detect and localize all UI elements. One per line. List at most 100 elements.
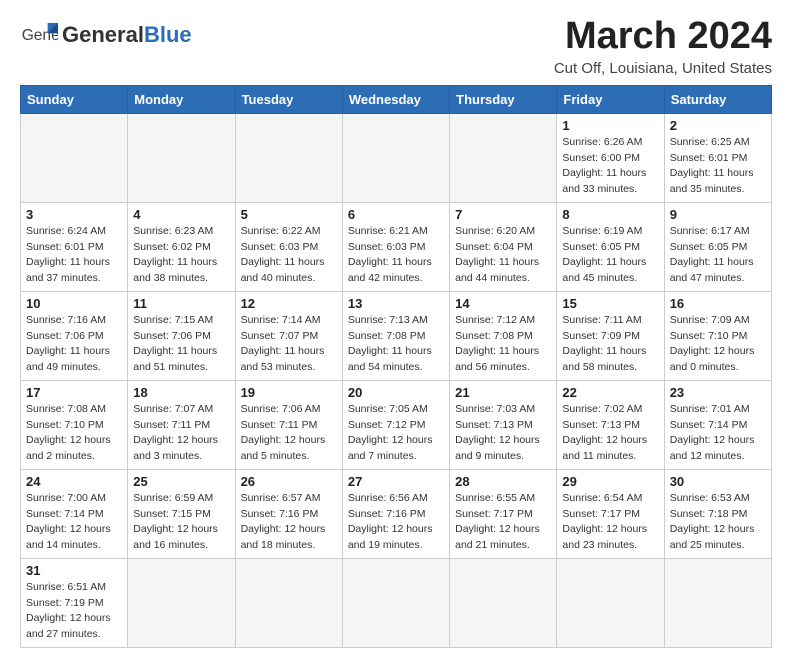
day-cell (450, 558, 557, 647)
day-number: 27 (348, 474, 444, 489)
day-number: 25 (133, 474, 229, 489)
weekday-friday: Friday (557, 85, 664, 113)
day-cell: 15 Sunrise: 7:11 AM Sunset: 7:09 PM Dayli… (557, 291, 664, 380)
day-cell (342, 558, 449, 647)
day-cell: 11 Sunrise: 7:15 AM Sunset: 7:06 PM Dayli… (128, 291, 235, 380)
day-cell (557, 558, 664, 647)
day-info: Sunrise: 6:23 AM Sunset: 6:02 PM Dayligh… (133, 224, 229, 287)
day-cell: 17 Sunrise: 7:08 AM Sunset: 7:10 PM Dayli… (21, 380, 128, 469)
day-cell: 18 Sunrise: 7:07 AM Sunset: 7:11 PM Dayli… (128, 380, 235, 469)
day-cell: 22Sunrise: 7:02 AM Sunset: 7:13 PM Dayli… (557, 380, 664, 469)
week-row-1: 3 Sunrise: 6:24 AM Sunset: 6:01 PM Daylig… (21, 202, 772, 291)
logo-text: GeneralBlue (62, 23, 192, 47)
day-number: 7 (455, 207, 551, 222)
day-cell: 21Sunrise: 7:03 AM Sunset: 7:13 PM Dayli… (450, 380, 557, 469)
day-number: 15 (562, 296, 658, 311)
day-number: 18 (133, 385, 229, 400)
day-number: 16 (670, 296, 766, 311)
day-cell (235, 113, 342, 202)
day-info: Sunrise: 6:26 AM Sunset: 6:00 PM Dayligh… (562, 135, 658, 198)
logo-icon: General (20, 16, 58, 54)
day-cell: 30Sunrise: 6:53 AM Sunset: 7:18 PM Dayli… (664, 469, 771, 558)
day-cell: 23 Sunrise: 7:01 AM Sunset: 7:14 PM Dayli… (664, 380, 771, 469)
day-number: 1 (562, 118, 658, 133)
day-cell: 26 Sunrise: 6:57 AM Sunset: 7:16 PM Dayli… (235, 469, 342, 558)
day-info: Sunrise: 6:54 AM Sunset: 7:17 PM Dayligh… (562, 491, 658, 554)
week-row-2: 10 Sunrise: 7:16 AM Sunset: 7:06 PM Dayli… (21, 291, 772, 380)
day-info: Sunrise: 6:25 AM Sunset: 6:01 PM Dayligh… (670, 135, 766, 198)
day-cell: 7 Sunrise: 6:20 AM Sunset: 6:04 PM Daylig… (450, 202, 557, 291)
day-cell: 1 Sunrise: 6:26 AM Sunset: 6:00 PM Daylig… (557, 113, 664, 202)
day-number: 5 (241, 207, 337, 222)
day-number: 26 (241, 474, 337, 489)
day-info: Sunrise: 7:12 AM Sunset: 7:08 PM Dayligh… (455, 313, 551, 376)
day-number: 2 (670, 118, 766, 133)
page: General GeneralBlue March 2024 Cut Off, … (0, 0, 792, 658)
day-number: 13 (348, 296, 444, 311)
day-info: Sunrise: 6:57 AM Sunset: 7:16 PM Dayligh… (241, 491, 337, 554)
day-info: Sunrise: 6:20 AM Sunset: 6:04 PM Dayligh… (455, 224, 551, 287)
day-info: Sunrise: 7:16 AM Sunset: 7:06 PM Dayligh… (26, 313, 122, 376)
day-number: 20 (348, 385, 444, 400)
day-info: Sunrise: 7:15 AM Sunset: 7:06 PM Dayligh… (133, 313, 229, 376)
day-info: Sunrise: 7:13 AM Sunset: 7:08 PM Dayligh… (348, 313, 444, 376)
day-cell: 16Sunrise: 7:09 AM Sunset: 7:10 PM Dayli… (664, 291, 771, 380)
day-cell: 27 Sunrise: 6:56 AM Sunset: 7:16 PM Dayli… (342, 469, 449, 558)
day-cell (450, 113, 557, 202)
day-info: Sunrise: 6:53 AM Sunset: 7:18 PM Dayligh… (670, 491, 766, 554)
day-cell: 2 Sunrise: 6:25 AM Sunset: 6:01 PM Daylig… (664, 113, 771, 202)
month-title: March 2024 (554, 16, 772, 58)
weekday-sunday: Sunday (21, 85, 128, 113)
day-number: 11 (133, 296, 229, 311)
weekday-thursday: Thursday (450, 85, 557, 113)
day-info: Sunrise: 7:02 AM Sunset: 7:13 PM Dayligh… (562, 402, 658, 465)
day-cell: 31Sunrise: 6:51 AM Sunset: 7:19 PM Dayli… (21, 558, 128, 647)
day-number: 12 (241, 296, 337, 311)
day-info: Sunrise: 6:51 AM Sunset: 7:19 PM Dayligh… (26, 580, 122, 643)
day-info: Sunrise: 6:24 AM Sunset: 6:01 PM Dayligh… (26, 224, 122, 287)
day-cell: 4Sunrise: 6:23 AM Sunset: 6:02 PM Daylig… (128, 202, 235, 291)
day-info: Sunrise: 7:08 AM Sunset: 7:10 PM Dayligh… (26, 402, 122, 465)
day-info: Sunrise: 6:56 AM Sunset: 7:16 PM Dayligh… (348, 491, 444, 554)
weekday-wednesday: Wednesday (342, 85, 449, 113)
day-cell (128, 113, 235, 202)
day-number: 23 (670, 385, 766, 400)
week-row-5: 31Sunrise: 6:51 AM Sunset: 7:19 PM Dayli… (21, 558, 772, 647)
day-cell (664, 558, 771, 647)
day-info: Sunrise: 7:01 AM Sunset: 7:14 PM Dayligh… (670, 402, 766, 465)
day-info: Sunrise: 6:19 AM Sunset: 6:05 PM Dayligh… (562, 224, 658, 287)
location: Cut Off, Louisiana, United States (554, 60, 772, 77)
day-info: Sunrise: 7:14 AM Sunset: 7:07 PM Dayligh… (241, 313, 337, 376)
day-cell: 24Sunrise: 7:00 AM Sunset: 7:14 PM Dayli… (21, 469, 128, 558)
day-cell: 9Sunrise: 6:17 AM Sunset: 6:05 PM Daylig… (664, 202, 771, 291)
day-cell (21, 113, 128, 202)
logo-blue: Blue (144, 22, 192, 47)
week-row-3: 17 Sunrise: 7:08 AM Sunset: 7:10 PM Dayli… (21, 380, 772, 469)
day-cell: 6Sunrise: 6:21 AM Sunset: 6:03 PM Daylig… (342, 202, 449, 291)
weekday-monday: Monday (128, 85, 235, 113)
day-number: 14 (455, 296, 551, 311)
header: General GeneralBlue March 2024 Cut Off, … (20, 16, 772, 77)
day-info: Sunrise: 7:05 AM Sunset: 7:12 PM Dayligh… (348, 402, 444, 465)
day-info: Sunrise: 7:11 AM Sunset: 7:09 PM Dayligh… (562, 313, 658, 376)
week-row-0: 1 Sunrise: 6:26 AM Sunset: 6:00 PM Daylig… (21, 113, 772, 202)
day-number: 10 (26, 296, 122, 311)
day-info: Sunrise: 7:07 AM Sunset: 7:11 PM Dayligh… (133, 402, 229, 465)
day-cell (235, 558, 342, 647)
day-info: Sunrise: 6:55 AM Sunset: 7:17 PM Dayligh… (455, 491, 551, 554)
day-cell: 8Sunrise: 6:19 AM Sunset: 6:05 PM Daylig… (557, 202, 664, 291)
day-info: Sunrise: 7:00 AM Sunset: 7:14 PM Dayligh… (26, 491, 122, 554)
day-number: 3 (26, 207, 122, 222)
day-info: Sunrise: 6:22 AM Sunset: 6:03 PM Dayligh… (241, 224, 337, 287)
weekday-saturday: Saturday (664, 85, 771, 113)
day-number: 19 (241, 385, 337, 400)
day-info: Sunrise: 6:59 AM Sunset: 7:15 PM Dayligh… (133, 491, 229, 554)
logo: General GeneralBlue (20, 16, 192, 54)
weekday-header-row: SundayMondayTuesdayWednesdayThursdayFrid… (21, 85, 772, 113)
day-cell: 13 Sunrise: 7:13 AM Sunset: 7:08 PM Dayli… (342, 291, 449, 380)
day-cell: 5 Sunrise: 6:22 AM Sunset: 6:03 PM Daylig… (235, 202, 342, 291)
day-cell: 3 Sunrise: 6:24 AM Sunset: 6:01 PM Daylig… (21, 202, 128, 291)
logo-general: General (62, 22, 144, 47)
day-number: 17 (26, 385, 122, 400)
day-number: 6 (348, 207, 444, 222)
